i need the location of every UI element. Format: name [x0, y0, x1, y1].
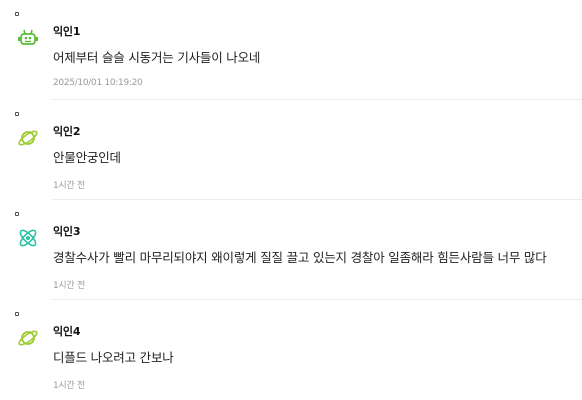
comment-text: 디플드 나오려고 간보나	[53, 350, 174, 365]
comment-item: 익인4 디플드 나오려고 간보나 1시간 전	[0, 300, 582, 400]
comment-author[interactable]: 익인1	[53, 23, 80, 39]
comment-author[interactable]: 익인2	[53, 123, 80, 139]
comment-text: 안물안궁인데	[53, 150, 121, 165]
comment-item: 익인2 안물안궁인데 1시간 전	[0, 100, 582, 200]
marker-dot	[15, 112, 19, 116]
comment-item: 익인3 경찰수사가 빨리 마무리되야지 왜이렇게 질질 끌고 있는지 경찰아 일…	[0, 200, 582, 300]
comment-time: 1시간 전	[53, 281, 85, 291]
marker-dot	[15, 12, 19, 16]
marker-dot	[15, 212, 19, 216]
comment-author[interactable]: 익인4	[53, 323, 80, 339]
planet-icon	[16, 126, 40, 150]
comment-text: 어제부터 슬슬 시동거는 기사들이 나오네	[53, 50, 261, 65]
comment-author[interactable]: 익인3	[53, 223, 80, 239]
marker-dot	[15, 312, 19, 316]
planet-icon	[16, 326, 40, 350]
comment-time: 1시간 전	[53, 181, 85, 191]
comment-text: 경찰수사가 빨리 마무리되야지 왜이렇게 질질 끌고 있는지 경찰아 일좀해라 …	[53, 250, 547, 265]
comment-time: 2025/10/01 10:19:20	[53, 78, 143, 88]
robot-face-icon	[16, 26, 40, 50]
comment-item: 익인1 어제부터 슬슬 시동거는 기사들이 나오네 2025/10/01 10:…	[0, 0, 582, 100]
atom-icon	[16, 226, 40, 250]
comment-list: 익인1 어제부터 슬슬 시동거는 기사들이 나오네 2025/10/01 10:…	[0, 0, 582, 400]
comment-time: 1시간 전	[53, 381, 85, 391]
